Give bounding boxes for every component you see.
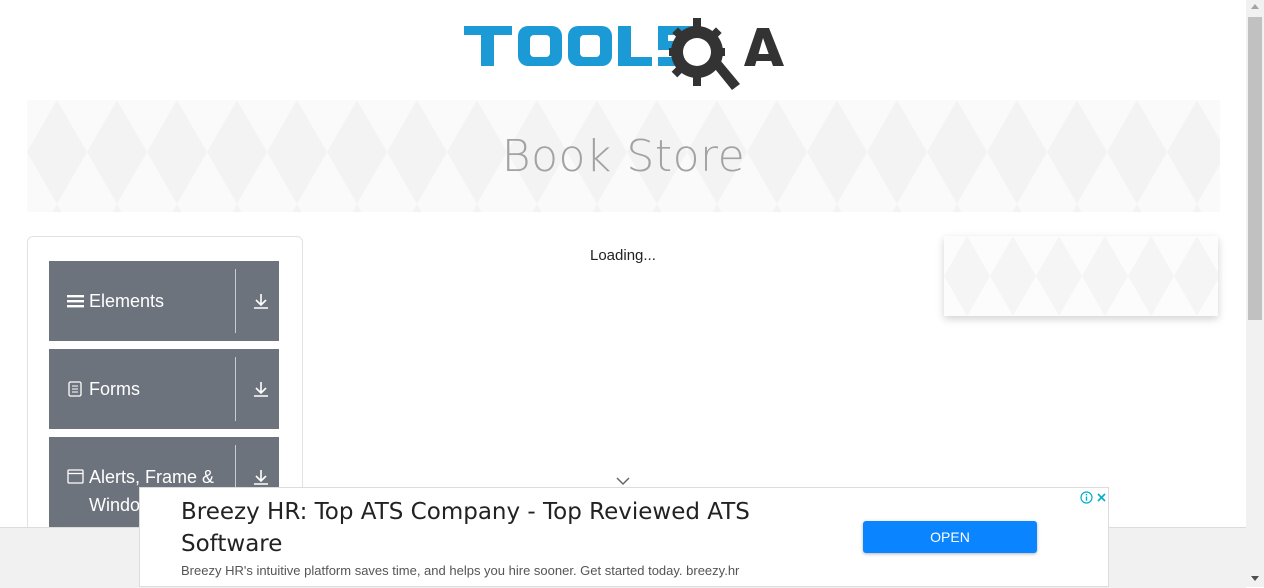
sidebar-group-forms[interactable]: Forms (49, 349, 279, 429)
divider (235, 357, 236, 421)
document-icon (65, 381, 85, 397)
page-title: Book Store (501, 130, 746, 182)
scroll-up-arrow-icon[interactable] (1251, 4, 1259, 9)
info-icon[interactable] (1080, 489, 1093, 504)
download-arrow-icon[interactable] (251, 467, 271, 487)
scroll-down-arrow-icon[interactable] (1251, 576, 1259, 581)
sidebar-group-elements[interactable]: Elements (49, 261, 279, 341)
ad-placeholder (944, 236, 1218, 316)
page-banner: Book Store (27, 100, 1220, 212)
ad-subtitle[interactable]: Breezy HR's intuitive platform saves tim… (181, 563, 739, 578)
ad-title[interactable]: Breezy HR: Top ATS Company - Top Reviewe… (181, 496, 821, 560)
page-scrollbar[interactable] (1246, 0, 1264, 587)
sidebar-group-label: Elements (89, 291, 165, 311)
chevron-down-icon[interactable] (615, 472, 631, 486)
loading-text: Loading... (590, 247, 656, 264)
hamburger-icon (65, 294, 85, 308)
ad-open-button[interactable]: OPEN (863, 521, 1037, 553)
download-arrow-icon[interactable] (251, 379, 271, 399)
close-icon[interactable] (1095, 489, 1108, 502)
ad-banner[interactable]: Breezy HR: Top ATS Company - Top Reviewe… (139, 487, 1109, 587)
divider (235, 269, 236, 333)
scrollbar-thumb[interactable] (1248, 17, 1262, 320)
window-icon (65, 469, 85, 484)
download-arrow-icon[interactable] (251, 291, 271, 311)
sidebar-group-label: Forms (89, 379, 140, 399)
toolsqa-logo[interactable] (464, 16, 788, 92)
